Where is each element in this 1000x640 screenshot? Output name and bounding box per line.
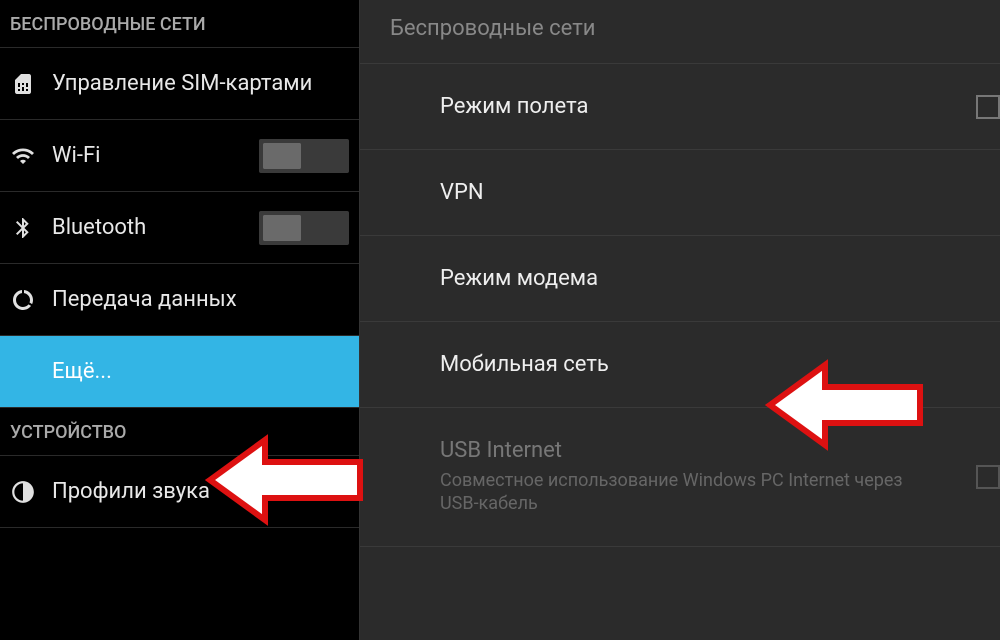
sim-card-icon xyxy=(10,71,36,97)
main-panel: Беспроводные сети Режим полета VPN Режим… xyxy=(360,0,1000,640)
sidebar-item-label: Ещё... xyxy=(52,359,349,384)
list-item-subtitle: Совместное использование Windows PC Inte… xyxy=(440,469,920,516)
list-item-title: Мобильная сеть xyxy=(440,352,920,377)
settings-sidebar: БЕСПРОВОДНЫЕ СЕТИ Управление SIM-картами… xyxy=(0,0,360,640)
panel-header: Беспроводные сети xyxy=(360,0,1000,64)
sidebar-item-data-usage[interactable]: Передача данных xyxy=(0,264,359,336)
blank-icon xyxy=(10,359,36,385)
sidebar-item-more[interactable]: Ещё... xyxy=(0,336,359,408)
data-usage-icon xyxy=(10,287,36,313)
bluetooth-toggle[interactable] xyxy=(259,211,349,245)
bluetooth-icon xyxy=(10,215,36,241)
wifi-icon xyxy=(10,143,36,169)
sidebar-item-label: Передача данных xyxy=(52,287,349,312)
sidebar-item-label: Bluetooth xyxy=(52,215,259,240)
list-item-usb-internet: USB Internet Совместное использование Wi… xyxy=(360,408,1000,547)
sidebar-item-sim[interactable]: Управление SIM-картами xyxy=(0,48,359,120)
list-item-vpn[interactable]: VPN xyxy=(360,150,1000,236)
sidebar-item-audio-profiles[interactable]: Профили звука xyxy=(0,456,359,528)
list-item-title: Режим полета xyxy=(440,94,920,119)
usb-internet-checkbox xyxy=(976,465,1000,489)
list-item-title: USB Internet xyxy=(440,438,920,463)
sidebar-item-label: Wi-Fi xyxy=(52,143,259,168)
list-item-title: VPN xyxy=(440,180,920,205)
airplane-mode-checkbox[interactable] xyxy=(976,95,1000,119)
list-item-airplane-mode[interactable]: Режим полета xyxy=(360,64,1000,150)
sidebar-item-bluetooth[interactable]: Bluetooth xyxy=(0,192,359,264)
section-header-device: УСТРОЙСТВО xyxy=(0,408,359,456)
list-item-mobile-network[interactable]: Мобильная сеть xyxy=(360,322,1000,408)
sidebar-item-label: Профили звука xyxy=(52,479,349,504)
wifi-toggle[interactable] xyxy=(259,139,349,173)
list-item-title: Режим модема xyxy=(440,266,920,291)
list-item-tethering[interactable]: Режим модема xyxy=(360,236,1000,322)
sidebar-item-wifi[interactable]: Wi-Fi xyxy=(0,120,359,192)
sidebar-item-label: Управление SIM-картами xyxy=(52,71,349,96)
audio-profiles-icon xyxy=(10,479,36,505)
section-header-wireless: БЕСПРОВОДНЫЕ СЕТИ xyxy=(0,0,359,48)
